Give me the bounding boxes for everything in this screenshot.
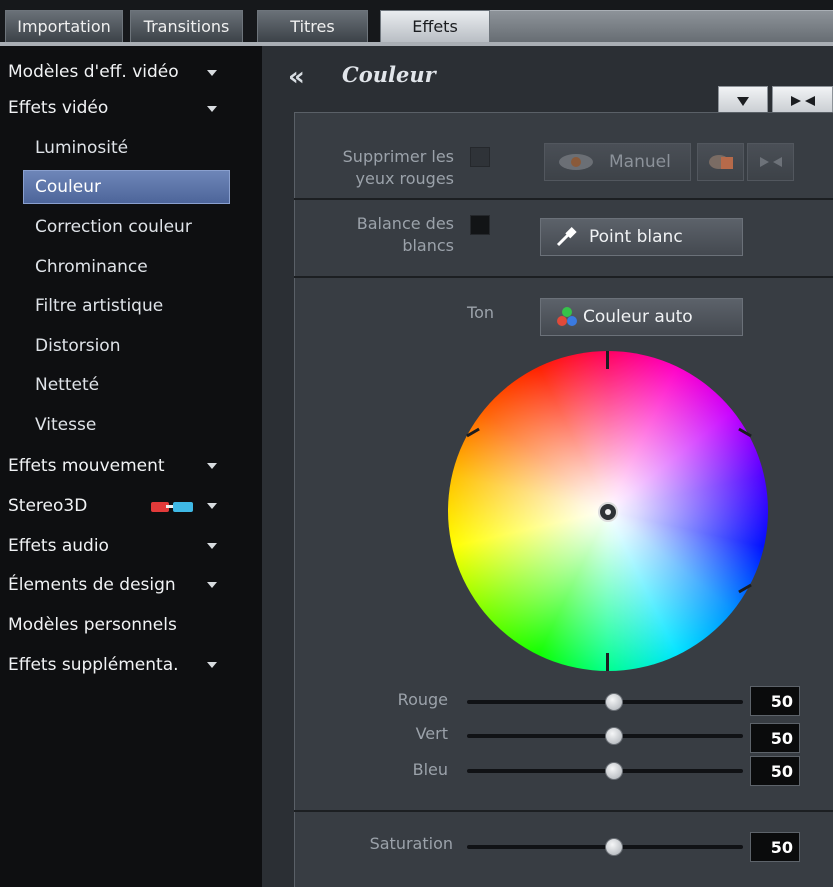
manual-redeye-button[interactable]: Manuel [544, 143, 691, 181]
tab-bar-filler [490, 10, 833, 42]
wheel-tick-bottom [606, 653, 609, 671]
page-title: Couleur [342, 62, 436, 87]
chevron-down-icon[interactable] [207, 463, 217, 469]
auto-color-button-label: Couleur auto [583, 307, 693, 327]
sidebar-item-distorsion[interactable]: Distorsion [35, 330, 120, 362]
green-value[interactable]: 50 [750, 723, 800, 753]
saturation-value[interactable]: 50 [750, 832, 800, 862]
sidebar-item-luminosite[interactable]: Luminosité [35, 132, 128, 164]
sidebar-item-label: Correction couleur [35, 217, 192, 237]
section-divider [294, 810, 833, 812]
sidebar-item-couleur[interactable]: Couleur [35, 171, 101, 203]
tone-label: Ton [467, 303, 494, 322]
whitebalance-label-line1: Balance des [356, 214, 454, 233]
red-slider-knob[interactable] [605, 693, 623, 711]
sidebar-item-label: Chrominance [35, 257, 148, 277]
white-point-button-label: Point blanc [589, 227, 683, 247]
redeye-label-line2: yeux rouges [355, 169, 455, 188]
section-divider [294, 198, 833, 200]
green-slider-label: Vert [415, 724, 448, 743]
tab-effets[interactable]: Effets [380, 10, 490, 42]
whitebalance-label: Balance des blancs [318, 213, 454, 257]
sidebar-item-effets-audio[interactable]: Effets audio [8, 530, 109, 562]
whitebalance-label-line2: blancs [402, 236, 454, 255]
sidebar-item-label: Effets mouvement [8, 456, 165, 476]
chevron-down-icon[interactable] [207, 582, 217, 588]
blue-value[interactable]: 50 [750, 756, 800, 786]
color-wheel-handle[interactable] [598, 502, 618, 522]
sidebar-item-label: Stereo3D [8, 496, 88, 516]
sidebar-item-modeles-video[interactable]: Modèles d'eff. vidéo [8, 56, 179, 88]
bowtie-icon [790, 96, 815, 106]
sidebar-item-chrominance[interactable]: Chrominance [35, 251, 148, 283]
sidebar-item-label: Luminosité [35, 138, 129, 158]
eyedropper-icon [556, 227, 577, 247]
chevron-down-icon[interactable] [207, 503, 217, 509]
chevron-down-icon[interactable] [207, 106, 217, 112]
sidebar-item-label: Filtre artistique [35, 296, 164, 316]
whitebalance-checkbox[interactable] [470, 215, 490, 235]
redeye-label: Supprimer les yeux rouges [318, 146, 454, 190]
sidebar-item-label: Effets supplémenta. [8, 655, 179, 675]
redeye-fit-button[interactable] [747, 143, 794, 181]
sidebar-item-label: Effets audio [8, 536, 109, 556]
red-slider-label: Rouge [397, 690, 448, 709]
manual-redeye-button-label: Manuel [609, 152, 671, 172]
sidebar-item-effets-supplementaires[interactable]: Effets supplémenta. [8, 649, 179, 681]
sidebar-item-effets-video[interactable]: Effets vidéo [8, 92, 108, 124]
auto-color-button[interactable]: Couleur auto [540, 298, 743, 336]
bowtie-icon [759, 157, 782, 167]
auto-eye-icon [708, 155, 733, 169]
sidebar-item-filtre-artistique[interactable]: Filtre artistique [35, 290, 163, 322]
sidebar-item-correction-couleur[interactable]: Correction couleur [35, 211, 192, 243]
tab-transitions[interactable]: Transitions [130, 10, 243, 42]
3d-glasses-icon [151, 502, 195, 514]
chevron-down-icon[interactable] [207, 662, 217, 668]
sidebar-item-label: Couleur [35, 177, 101, 197]
eye-icon [559, 154, 593, 170]
green-slider-knob[interactable] [605, 727, 623, 745]
tab-importation[interactable]: Importation [5, 10, 123, 42]
redeye-checkbox[interactable] [470, 147, 490, 167]
blue-slider-label: Bleu [412, 760, 448, 779]
tab-titres[interactable]: Titres [257, 10, 368, 42]
sidebar-item-stereo3d[interactable]: Stereo3D [8, 490, 87, 522]
sidebar-item-nettete[interactable]: Netteté [35, 369, 99, 401]
sidebar-item-label: Vitesse [35, 415, 97, 435]
sidebar-item-label: Effets vidéo [8, 98, 109, 118]
tab-bar: Importation Transitions Titres Effets [0, 0, 833, 46]
red-value[interactable]: 50 [750, 686, 800, 716]
sidebar-item-label: Modèles personnels [8, 615, 177, 635]
auto-redeye-button[interactable] [697, 143, 744, 181]
collapse-left-icon[interactable]: « [288, 62, 305, 92]
saturation-slider-knob[interactable] [605, 838, 623, 856]
blue-slider-knob[interactable] [605, 762, 623, 780]
sidebar-item-vitesse[interactable]: Vitesse [35, 409, 96, 441]
chevron-down-icon[interactable] [207, 543, 217, 549]
saturation-slider-label: Saturation [369, 834, 453, 853]
triangle-down-icon [737, 97, 749, 106]
section-divider [294, 276, 833, 278]
sidebar-item-effets-mouvement[interactable]: Effets mouvement [8, 450, 165, 482]
sidebar-item-modeles-personnels[interactable]: Modèles personnels [8, 609, 177, 641]
sidebar-item-label: Netteté [35, 375, 100, 395]
redeye-label-line1: Supprimer les [342, 147, 454, 166]
sidebar-item-label: Élements de design [8, 575, 176, 595]
chevron-down-icon[interactable] [207, 70, 217, 76]
sidebar-item-elements-design[interactable]: Élements de design [8, 569, 176, 601]
sidebar-item-label: Modèles d'eff. vidéo [8, 62, 179, 82]
wheel-tick-top [606, 351, 609, 369]
sidebar-item-label: Distorsion [35, 336, 121, 356]
rgb-circles-icon [557, 307, 577, 326]
white-point-button[interactable]: Point blanc [540, 218, 743, 256]
